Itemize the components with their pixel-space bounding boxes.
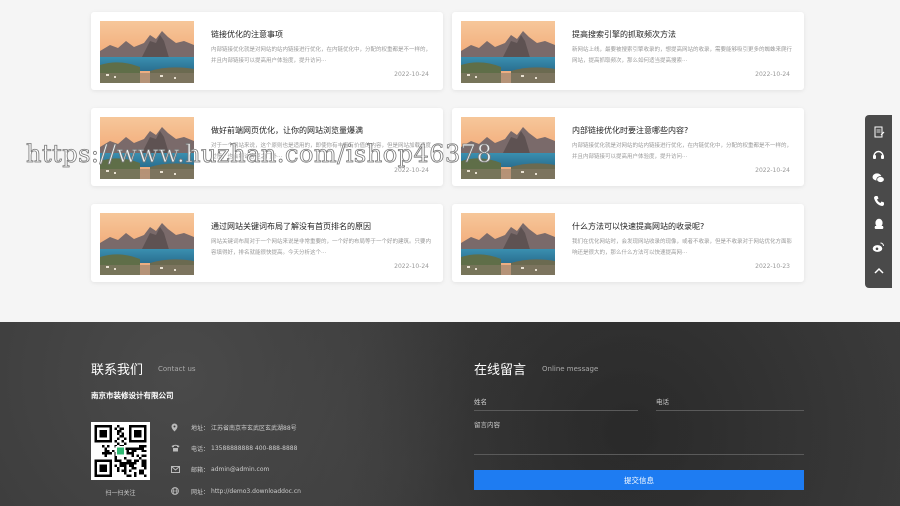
message-subtitle: Online message — [542, 365, 599, 373]
article-thumbnail[interactable] — [100, 213, 194, 275]
article-title[interactable]: 通过网站关键词布局了解没有首页排名的原因 — [211, 221, 371, 232]
article-date: 2022-10-24 — [755, 71, 790, 78]
article-date: 2022-10-24 — [394, 71, 429, 78]
website-label: 网址： — [191, 488, 210, 496]
article-card[interactable]: 做好前端网页优化，让你的网站浏览量爆满 对于一个网站来说，这个原则也是适用的，即… — [91, 108, 443, 186]
qr-caption: 扫一扫关注 — [105, 490, 136, 497]
article-title[interactable]: 做好前端网页优化，让你的网站浏览量爆满 — [211, 125, 363, 136]
weibo-icon[interactable] — [865, 236, 892, 258]
website-row: 网址： http://demo3.downloaddoc.cn — [171, 486, 301, 496]
article-card[interactable]: 提高搜索引擎的抓取频次方法 新网站上线，最要被搜索引擎收录的，想提高网站的收录，… — [452, 12, 804, 90]
name-field[interactable]: 姓名 — [474, 396, 487, 406]
qr-code — [91, 422, 150, 480]
article-summary: 网站关键词布局对于一个网站来说是非常重要的，一个好的布局等于一个好的建筑。只要内… — [211, 239, 431, 256]
wechat-icon[interactable] — [865, 167, 892, 189]
message-field-underline — [474, 454, 804, 455]
article-date: 2022-10-24 — [755, 167, 790, 174]
article-date: 2022-10-24 — [394, 263, 429, 270]
company-name: 南京市装修设计有限公司 — [91, 391, 174, 400]
article-summary: 内部链接优化就是对网站的站内链接进行优化，在内链优化中，分配的权重都是不一样的，… — [572, 143, 792, 160]
headset-icon[interactable] — [865, 144, 892, 166]
qq-icon[interactable] — [865, 213, 892, 235]
article-date: 2022-10-23 — [755, 263, 790, 270]
email-row: 邮箱： admin@admin.com — [171, 464, 269, 474]
phone-value: 13588888888 400-888-8888 — [211, 444, 298, 452]
article-thumbnail[interactable] — [100, 117, 194, 179]
phone-icon[interactable] — [865, 190, 892, 212]
phone-field-underline — [656, 410, 804, 411]
address-value: 江苏省南京市玄武区玄武湖88号 — [211, 424, 297, 432]
address-row: 地址： 江苏省南京市玄武区玄武湖88号 — [171, 422, 297, 432]
mail-icon — [171, 464, 183, 474]
submit-button[interactable]: 提交信息 — [474, 470, 804, 490]
contact-title: 联系我们 — [91, 363, 144, 378]
location-icon — [171, 422, 183, 432]
floating-sidebar — [865, 115, 892, 288]
phone-field[interactable]: 电话 — [656, 396, 669, 406]
globe-icon — [171, 486, 183, 496]
email-value[interactable]: admin@admin.com — [211, 466, 269, 473]
article-thumbnail[interactable] — [461, 21, 555, 83]
email-label: 邮箱： — [191, 466, 210, 474]
article-summary: 新网站上线，最要被搜索引擎收录的，想提高网站的收录，需要能够吸引更多的蜘蛛来爬行… — [572, 47, 792, 64]
message-field[interactable]: 留言内容 — [474, 419, 500, 429]
article-date: 2022-10-24 — [394, 167, 429, 174]
address-label: 地址： — [191, 424, 210, 432]
phone-label: 电话： — [191, 445, 210, 453]
article-summary: 对于一个网站来说，这个原则也是适用的，即使你有丰富有价值的内容，但是网站加载速度… — [211, 143, 431, 160]
article-title[interactable]: 链接优化的注意事项 — [211, 29, 283, 40]
article-thumbnail[interactable] — [461, 213, 555, 275]
contact-subtitle: Contact us — [158, 365, 196, 373]
article-title[interactable]: 内部链接优化时要注意哪些内容? — [572, 125, 688, 136]
article-card[interactable]: 链接优化的注意事项 内部链接优化就是对网站的站内链接进行优化，在内链优化中，分配… — [91, 12, 443, 90]
phone-row: 电话： 13588888888 400-888-8888 — [171, 443, 297, 453]
article-title[interactable]: 提高搜索引擎的抓取频次方法 — [572, 29, 676, 40]
article-card[interactable]: 什么方法可以快速提高网站的收录呢? 我们在优化网站时，会发现网站收录的现像，或者… — [452, 204, 804, 282]
article-summary: 内部链接优化就是对网站的站内链接进行优化，在内链优化中，分配的权重都是不一样的，… — [211, 47, 431, 64]
article-title[interactable]: 什么方法可以快速提高网站的收录呢? — [572, 221, 704, 232]
telephone-icon — [171, 443, 183, 453]
article-card[interactable]: 通过网站关键词布局了解没有首页排名的原因 网站关键词布局对于一个网站来说是非常重… — [91, 204, 443, 282]
message-title: 在线留言 — [474, 363, 527, 378]
name-field-underline — [474, 410, 638, 411]
article-thumbnail[interactable] — [461, 117, 555, 179]
footer: 联系我们 Contact us 南京市装修设计有限公司 扫一扫关注 地址： 江苏… — [0, 322, 900, 506]
arrow-up-icon[interactable] — [865, 260, 892, 282]
article-card[interactable]: 内部链接优化时要注意哪些内容? 内部链接优化就是对网站的站内链接进行优化，在内链… — [452, 108, 804, 186]
article-summary: 我们在优化网站时，会发现网站收录的现像，或者不收录，但是不收录对于网站优化方面影… — [572, 239, 792, 256]
edit-icon[interactable] — [865, 121, 892, 143]
article-thumbnail[interactable] — [100, 21, 194, 83]
website-value[interactable]: http://demo3.downloaddoc.cn — [211, 488, 301, 495]
